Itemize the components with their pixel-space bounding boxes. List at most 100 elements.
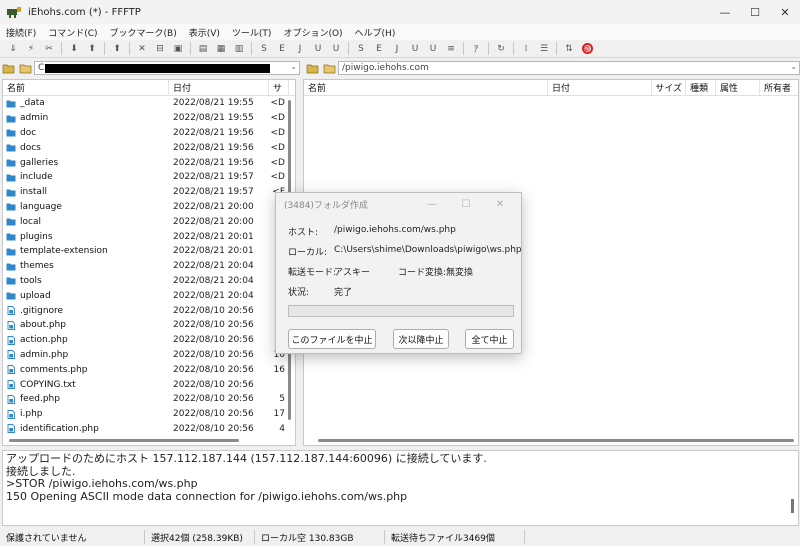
s-icon[interactable]: S	[256, 42, 272, 56]
close-button[interactable]: ✕	[770, 0, 800, 24]
menu-view[interactable]: 表示(V)	[183, 26, 226, 39]
dialog-maximize-button[interactable]: ☐	[449, 193, 483, 215]
column-size[interactable]: サ	[269, 80, 289, 95]
delete-icon[interactable]: ✕	[134, 42, 150, 56]
dialog-minimize-button[interactable]: —	[415, 193, 449, 215]
j-icon[interactable]: J	[292, 42, 308, 56]
table-row[interactable]: admin.php 2022/08/10 20:56 10	[3, 348, 295, 363]
column-attributes[interactable]: 属性	[716, 80, 760, 95]
table-row[interactable]: tools2022/08/21 20:04<	[3, 274, 295, 289]
column-type[interactable]: 種類	[686, 80, 716, 95]
u-icon[interactable]: U	[310, 42, 326, 56]
up-dir-icon[interactable]: ⬆	[109, 42, 125, 56]
remote-path-input[interactable]: /piwigo.iehohs.com ⌄	[338, 61, 800, 75]
abort-this-file-button[interactable]: このファイルを中止	[288, 329, 376, 349]
abort-remaining-button[interactable]: 次以降中止	[393, 329, 449, 349]
u82-icon[interactable]: U	[425, 42, 441, 56]
column-size[interactable]: サイズ	[652, 80, 686, 95]
column-owner[interactable]: 所有者	[760, 80, 798, 95]
table-row[interactable]: action.php 2022/08/10 20:56	[3, 333, 295, 348]
mkdir-icon[interactable]: ▣	[170, 42, 186, 56]
table-row[interactable]: admin 2022/08/21 19:55 <D	[3, 111, 295, 126]
chevron-down-icon[interactable]: ⌄	[790, 62, 797, 71]
ffftp-app-icon	[7, 7, 21, 18]
column-date[interactable]: 日付	[548, 80, 652, 95]
scrollbar-thumb[interactable]	[318, 439, 794, 442]
local-path-input[interactable]: C ⌄	[34, 61, 300, 75]
list-icon[interactable]: ▦	[213, 42, 229, 56]
local-folder-open-button[interactable]	[18, 62, 33, 75]
table-row[interactable]: install2022/08/21 19:57<F	[3, 185, 295, 200]
kanji-icon[interactable]: ≡	[443, 42, 459, 56]
file-size: <D	[270, 142, 285, 153]
e-icon[interactable]: E	[274, 42, 290, 56]
file-size: 17	[273, 409, 285, 420]
menu-options[interactable]: オプション(O)	[277, 26, 348, 39]
download-icon[interactable]: ⬇	[66, 42, 82, 56]
list-view-icon[interactable]: ⁞	[518, 42, 534, 56]
s2-icon[interactable]: S	[353, 42, 369, 56]
minimize-button[interactable]: —	[710, 0, 740, 24]
table-row[interactable]: plugins2022/08/21 20:01<	[3, 229, 295, 244]
file-icon	[7, 335, 15, 345]
table-row[interactable]: themes2022/08/21 20:04<	[3, 259, 295, 274]
column-date[interactable]: 日付	[169, 80, 269, 95]
local-file-list[interactable]: 名前 日付 サ _data 2022/08/21 19:55 <D admin 2022…	[2, 79, 296, 446]
file-date: 2022/08/21 20:01	[173, 246, 254, 257]
table-row[interactable]: include 2022/08/21 19:57 <D	[3, 170, 295, 185]
log-scrollbar-thumb[interactable]	[791, 499, 794, 513]
disconnect-icon[interactable]: ✂	[41, 42, 57, 56]
table-row[interactable]: upload2022/08/21 20:04<	[3, 288, 295, 303]
table-row[interactable]: doc 2022/08/21 19:56 <D	[3, 126, 295, 141]
refresh-icon[interactable]: ↻	[493, 42, 509, 56]
stop-button[interactable]: ⊘	[579, 42, 595, 56]
e2-icon[interactable]: E	[371, 42, 387, 56]
table-row[interactable]: i.php 2022/08/10 20:56 17	[3, 407, 295, 422]
menu-tools[interactable]: ツール(T)	[226, 26, 278, 39]
upload-icon[interactable]: ⬆	[84, 42, 100, 56]
table-row[interactable]: template-extension2022/08/21 20:01<	[3, 244, 295, 259]
dialog-close-button[interactable]: ✕	[483, 193, 517, 215]
menu-connect[interactable]: 接続(F)	[0, 26, 42, 39]
kana-icon[interactable]: ｱ	[468, 42, 484, 56]
column-name[interactable]: 名前	[3, 80, 169, 95]
file-name: upload	[20, 290, 51, 301]
u8-icon[interactable]: U	[328, 42, 344, 56]
local-horizontal-scrollbar[interactable]	[3, 435, 295, 445]
remote-folder-open-button[interactable]	[322, 62, 337, 75]
maximize-button[interactable]: ☐	[740, 0, 770, 24]
table-row[interactable]: language2022/08/21 20:00<	[3, 200, 295, 215]
table-row[interactable]: docs 2022/08/21 19:56 <D	[3, 140, 295, 155]
column-name[interactable]: 名前	[304, 80, 548, 95]
table-row[interactable]: _data 2022/08/21 19:55 <D	[3, 96, 295, 111]
folder-icon	[6, 174, 16, 182]
scrollbar-thumb[interactable]	[9, 439, 239, 442]
menu-command[interactable]: コマンド(C)	[42, 26, 103, 39]
table-row[interactable]: local2022/08/21 20:00<	[3, 214, 295, 229]
table-row[interactable]: .gitignore 2022/08/10 20:56	[3, 303, 295, 318]
file-date: 2022/08/21 19:56	[173, 127, 254, 138]
chevron-down-icon[interactable]: ⌄	[290, 62, 297, 71]
table-row[interactable]: comments.php 2022/08/10 20:56 16	[3, 362, 295, 377]
u2-icon[interactable]: U	[407, 42, 423, 56]
view-icon[interactable]: ▤	[195, 42, 211, 56]
remote-folder-up-button[interactable]	[305, 62, 320, 75]
sync-icon[interactable]: ⇅	[561, 42, 577, 56]
abort-all-button[interactable]: 全て中止	[465, 329, 514, 349]
table-row[interactable]: galleries 2022/08/21 19:56 <D	[3, 155, 295, 170]
file-name-cell: action.php	[3, 335, 169, 345]
table-row[interactable]: feed.php 2022/08/10 20:56 5	[3, 392, 295, 407]
menu-bookmark[interactable]: ブックマーク(B)	[104, 26, 183, 39]
detail-view-icon[interactable]: ☰	[536, 42, 552, 56]
remote-horizontal-scrollbar[interactable]	[304, 435, 798, 445]
connect-icon[interactable]: ⇓	[5, 42, 21, 56]
menu-help[interactable]: ヘルプ(H)	[349, 26, 402, 39]
table-row[interactable]: about.php 2022/08/10 20:56	[3, 318, 295, 333]
j2-icon[interactable]: J	[389, 42, 405, 56]
file-name: action.php	[20, 335, 68, 346]
detail-icon[interactable]: ▥	[231, 42, 247, 56]
table-row[interactable]: COPYING.txt 2022/08/10 20:56	[3, 377, 295, 392]
quick-connect-icon[interactable]: ⚡	[23, 42, 39, 56]
local-folder-up-button[interactable]	[1, 62, 16, 75]
rename-icon[interactable]: ⊟	[152, 42, 168, 56]
